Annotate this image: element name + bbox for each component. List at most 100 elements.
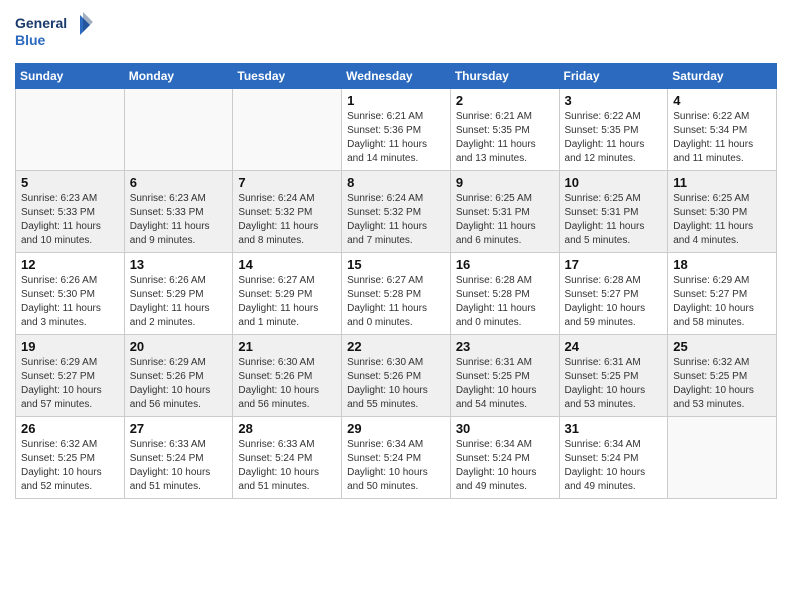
calendar-cell: 22 Sunrise: 6:30 AM Sunset: 5:26 PM Dayli… xyxy=(342,335,451,417)
calendar-cell xyxy=(233,89,342,171)
calendar-cell: 9 Sunrise: 6:25 AM Sunset: 5:31 PM Daylig… xyxy=(450,171,559,253)
day-number: 10 xyxy=(565,175,663,190)
day-info: Sunrise: 6:30 AM Sunset: 5:26 PM Dayligh… xyxy=(347,356,445,412)
day-info: Sunrise: 6:28 AM Sunset: 5:27 PM Dayligh… xyxy=(565,274,663,330)
day-number: 18 xyxy=(673,257,771,272)
day-info: Sunrise: 6:25 AM Sunset: 5:31 PM Dayligh… xyxy=(565,192,663,248)
day-number: 9 xyxy=(456,175,554,190)
calendar-cell: 13 Sunrise: 6:26 AM Sunset: 5:29 PM Dayli… xyxy=(124,253,233,335)
day-info: Sunrise: 6:21 AM Sunset: 5:35 PM Dayligh… xyxy=(456,110,554,166)
day-number: 13 xyxy=(130,257,228,272)
calendar-cell: 24 Sunrise: 6:31 AM Sunset: 5:25 PM Dayli… xyxy=(559,335,668,417)
calendar-cell: 15Sunrise: 6:27 AM Sunset: 5:28 PM Dayli… xyxy=(342,253,451,335)
day-number: 12 xyxy=(21,257,119,272)
day-info: Sunrise: 6:22 AM Sunset: 5:35 PM Dayligh… xyxy=(565,110,663,166)
calendar-week-1: 1 Sunrise: 6:21 AM Sunset: 5:36 PM Daylig… xyxy=(16,89,777,171)
day-info: Sunrise: 6:28 AM Sunset: 5:28 PM Dayligh… xyxy=(456,274,554,330)
calendar-cell: 23 Sunrise: 6:31 AM Sunset: 5:25 PM Dayli… xyxy=(450,335,559,417)
day-number: 15 xyxy=(347,257,445,272)
day-number: 3 xyxy=(565,93,663,108)
day-info: Sunrise: 6:26 AM Sunset: 5:30 PM Dayligh… xyxy=(21,274,119,330)
day-info: Sunrise: 6:33 AM Sunset: 5:24 PM Dayligh… xyxy=(238,438,336,494)
calendar-cell: 12 Sunrise: 6:26 AM Sunset: 5:30 PM Dayli… xyxy=(16,253,125,335)
calendar-cell: 27Sunrise: 6:33 AM Sunset: 5:24 PM Dayli… xyxy=(124,417,233,499)
calendar-cell: 28Sunrise: 6:33 AM Sunset: 5:24 PM Dayli… xyxy=(233,417,342,499)
calendar-cell: 5 Sunrise: 6:23 AM Sunset: 5:33 PM Daylig… xyxy=(16,171,125,253)
day-number: 5 xyxy=(21,175,119,190)
day-info: Sunrise: 6:29 AM Sunset: 5:26 PM Dayligh… xyxy=(130,356,228,412)
day-info: Sunrise: 6:23 AM Sunset: 5:33 PM Dayligh… xyxy=(21,192,119,248)
day-info: Sunrise: 6:34 AM Sunset: 5:24 PM Dayligh… xyxy=(565,438,663,494)
day-number: 16 xyxy=(456,257,554,272)
day-number: 14 xyxy=(238,257,336,272)
calendar-cell: 11 Sunrise: 6:25 AM Sunset: 5:30 PM Dayli… xyxy=(668,171,777,253)
day-info: Sunrise: 6:32 AM Sunset: 5:25 PM Dayligh… xyxy=(673,356,771,412)
header-tuesday: Tuesday xyxy=(233,64,342,89)
day-info: Sunrise: 6:31 AM Sunset: 5:25 PM Dayligh… xyxy=(456,356,554,412)
calendar-cell: 19 Sunrise: 6:29 AM Sunset: 5:27 PM Dayli… xyxy=(16,335,125,417)
day-number: 31 xyxy=(565,421,663,436)
calendar-cell: 31 Sunrise: 6:34 AM Sunset: 5:24 PM Dayli… xyxy=(559,417,668,499)
day-info: Sunrise: 6:24 AM Sunset: 5:32 PM Dayligh… xyxy=(347,192,445,248)
calendar-cell: 29 Sunrise: 6:34 AM Sunset: 5:24 PM Dayli… xyxy=(342,417,451,499)
calendar-cell: 21 Sunrise: 6:30 AM Sunset: 5:26 PM Dayli… xyxy=(233,335,342,417)
day-info: Sunrise: 6:34 AM Sunset: 5:24 PM Dayligh… xyxy=(347,438,445,494)
day-number: 2 xyxy=(456,93,554,108)
day-number: 11 xyxy=(673,175,771,190)
calendar-week-4: 19 Sunrise: 6:29 AM Sunset: 5:27 PM Dayli… xyxy=(16,335,777,417)
calendar-week-3: 12 Sunrise: 6:26 AM Sunset: 5:30 PM Dayli… xyxy=(16,253,777,335)
day-number: 7 xyxy=(238,175,336,190)
day-info: Sunrise: 6:22 AM Sunset: 5:34 PM Dayligh… xyxy=(673,110,771,166)
day-number: 22 xyxy=(347,339,445,354)
header-thursday: Thursday xyxy=(450,64,559,89)
header-monday: Monday xyxy=(124,64,233,89)
header-wednesday: Wednesday xyxy=(342,64,451,89)
day-number: 23 xyxy=(456,339,554,354)
day-number: 19 xyxy=(21,339,119,354)
calendar-cell: 17 Sunrise: 6:28 AM Sunset: 5:27 PM Dayli… xyxy=(559,253,668,335)
day-info: Sunrise: 6:26 AM Sunset: 5:29 PM Dayligh… xyxy=(130,274,228,330)
calendar-cell: 2 Sunrise: 6:21 AM Sunset: 5:35 PM Daylig… xyxy=(450,89,559,171)
calendar-cell: 26Sunrise: 6:32 AM Sunset: 5:25 PM Dayli… xyxy=(16,417,125,499)
calendar-cell: 16 Sunrise: 6:28 AM Sunset: 5:28 PM Dayli… xyxy=(450,253,559,335)
calendar-cell xyxy=(16,89,125,171)
day-number: 17 xyxy=(565,257,663,272)
day-info: Sunrise: 6:29 AM Sunset: 5:27 PM Dayligh… xyxy=(21,356,119,412)
calendar-cell xyxy=(668,417,777,499)
calendar-cell: 10 Sunrise: 6:25 AM Sunset: 5:31 PM Dayli… xyxy=(559,171,668,253)
day-number: 1 xyxy=(347,93,445,108)
calendar-cell: 1 Sunrise: 6:21 AM Sunset: 5:36 PM Daylig… xyxy=(342,89,451,171)
day-info: Sunrise: 6:27 AM Sunset: 5:29 PM Dayligh… xyxy=(238,274,336,330)
calendar-cell: 25 Sunrise: 6:32 AM Sunset: 5:25 PM Dayli… xyxy=(668,335,777,417)
svg-text:Blue: Blue xyxy=(15,32,46,48)
calendar-week-5: 26Sunrise: 6:32 AM Sunset: 5:25 PM Dayli… xyxy=(16,417,777,499)
day-info: Sunrise: 6:34 AM Sunset: 5:24 PM Dayligh… xyxy=(456,438,554,494)
calendar-cell: 6Sunrise: 6:23 AM Sunset: 5:33 PM Daylig… xyxy=(124,171,233,253)
day-info: Sunrise: 6:25 AM Sunset: 5:31 PM Dayligh… xyxy=(456,192,554,248)
day-number: 26 xyxy=(21,421,119,436)
header-sunday: Sunday xyxy=(16,64,125,89)
calendar-cell: 3 Sunrise: 6:22 AM Sunset: 5:35 PM Daylig… xyxy=(559,89,668,171)
calendar-cell: 14 Sunrise: 6:27 AM Sunset: 5:29 PM Dayli… xyxy=(233,253,342,335)
day-number: 6 xyxy=(130,175,228,190)
calendar-cell: 30 Sunrise: 6:34 AM Sunset: 5:24 PM Dayli… xyxy=(450,417,559,499)
logo-svg: General Blue xyxy=(15,10,95,55)
day-number: 30 xyxy=(456,421,554,436)
day-info: Sunrise: 6:30 AM Sunset: 5:26 PM Dayligh… xyxy=(238,356,336,412)
calendar-cell: 7Sunrise: 6:24 AM Sunset: 5:32 PM Daylig… xyxy=(233,171,342,253)
day-number: 27 xyxy=(130,421,228,436)
calendar-cell: 8 Sunrise: 6:24 AM Sunset: 5:32 PM Daylig… xyxy=(342,171,451,253)
header: General Blue xyxy=(15,10,777,55)
day-info: Sunrise: 6:29 AM Sunset: 5:27 PM Dayligh… xyxy=(673,274,771,330)
day-number: 25 xyxy=(673,339,771,354)
day-number: 24 xyxy=(565,339,663,354)
logo: General Blue xyxy=(15,10,95,55)
day-number: 8 xyxy=(347,175,445,190)
day-info: Sunrise: 6:31 AM Sunset: 5:25 PM Dayligh… xyxy=(565,356,663,412)
header-friday: Friday xyxy=(559,64,668,89)
day-info: Sunrise: 6:21 AM Sunset: 5:36 PM Dayligh… xyxy=(347,110,445,166)
calendar-week-2: 5 Sunrise: 6:23 AM Sunset: 5:33 PM Daylig… xyxy=(16,171,777,253)
day-number: 29 xyxy=(347,421,445,436)
day-number: 21 xyxy=(238,339,336,354)
day-info: Sunrise: 6:25 AM Sunset: 5:30 PM Dayligh… xyxy=(673,192,771,248)
